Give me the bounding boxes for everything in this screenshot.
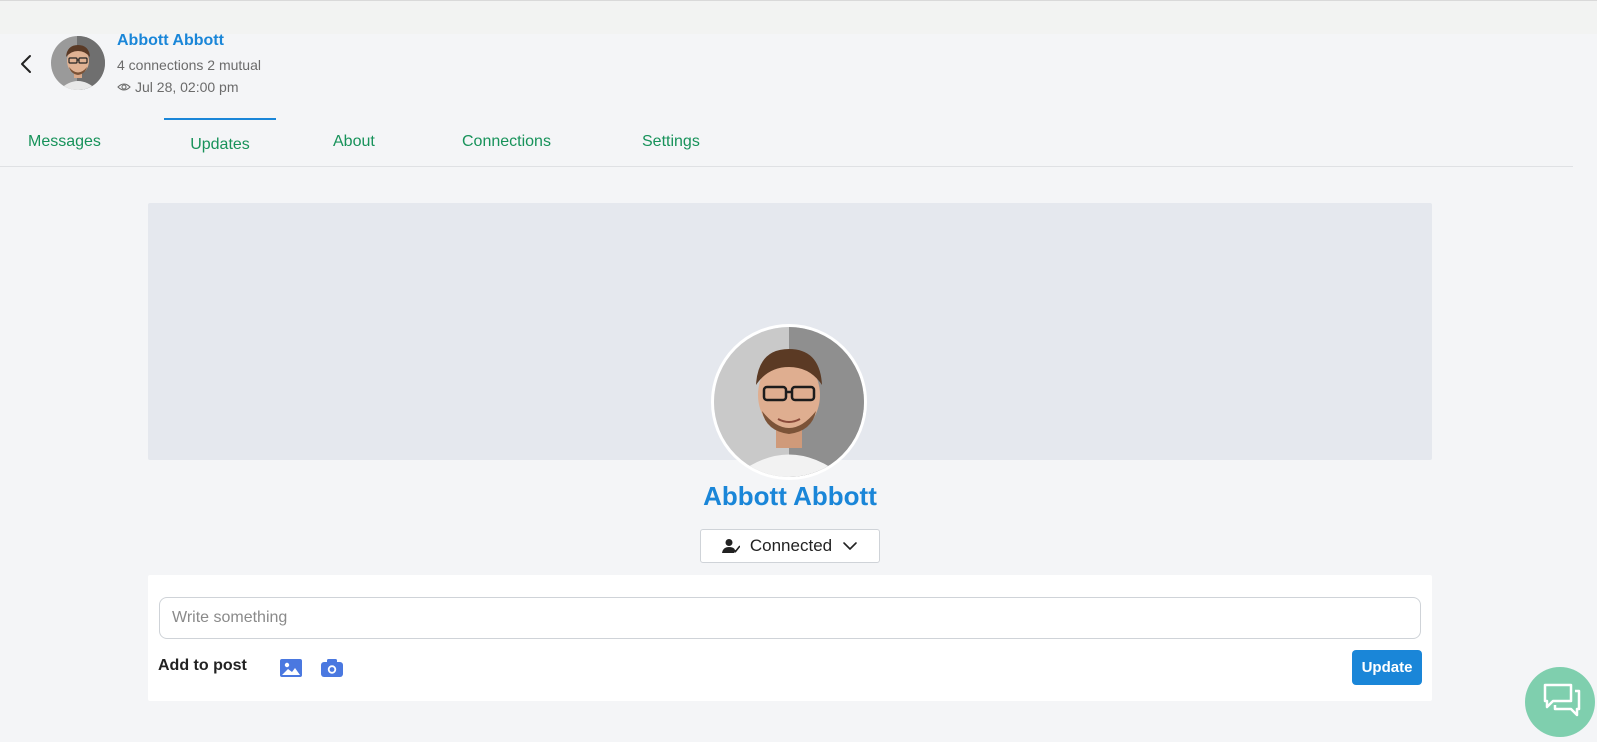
chat-bubbles-icon xyxy=(1543,683,1581,717)
chevron-left-icon xyxy=(21,55,31,73)
connections-summary: 4 connections 2 mutual xyxy=(117,57,261,73)
tab-about[interactable]: About xyxy=(333,118,375,165)
tab-settings[interactable]: Settings xyxy=(642,118,700,165)
chevron-down-icon xyxy=(843,542,857,550)
profile-avatar[interactable] xyxy=(711,324,867,480)
last-seen-text: Jul 28, 02:00 pm xyxy=(135,79,239,95)
tab-connections[interactable]: Connections xyxy=(462,118,551,165)
eye-icon xyxy=(117,83,131,91)
connection-status-dropdown[interactable]: Connected xyxy=(700,529,880,563)
profile-name: Abbott Abbott xyxy=(703,481,877,511)
avatar-portrait xyxy=(51,36,105,90)
user-check-icon xyxy=(721,539,740,553)
camera-icon xyxy=(321,659,343,677)
top-strip xyxy=(0,0,1597,34)
profile-tabs: Messages Updates About Connections Setti… xyxy=(0,118,1573,167)
chat-button[interactable] xyxy=(1525,667,1595,737)
tab-updates[interactable]: Updates xyxy=(164,118,276,169)
image-icon xyxy=(280,659,302,677)
back-button[interactable] xyxy=(16,52,38,76)
last-seen: Jul 28, 02:00 pm xyxy=(117,79,239,95)
connection-status-label: Connected xyxy=(749,536,833,555)
header-name[interactable]: Abbott Abbott xyxy=(117,32,224,50)
post-composer: Add to post Update xyxy=(148,575,1432,701)
tab-messages[interactable]: Messages xyxy=(28,118,101,165)
add-photo-button[interactable] xyxy=(320,657,344,679)
update-button[interactable]: Update xyxy=(1352,650,1422,685)
add-image-button[interactable] xyxy=(279,657,303,679)
post-input[interactable] xyxy=(159,597,1421,639)
profile-portrait xyxy=(714,327,864,477)
add-to-post-label: Add to post xyxy=(158,657,247,674)
avatar[interactable] xyxy=(51,36,105,90)
